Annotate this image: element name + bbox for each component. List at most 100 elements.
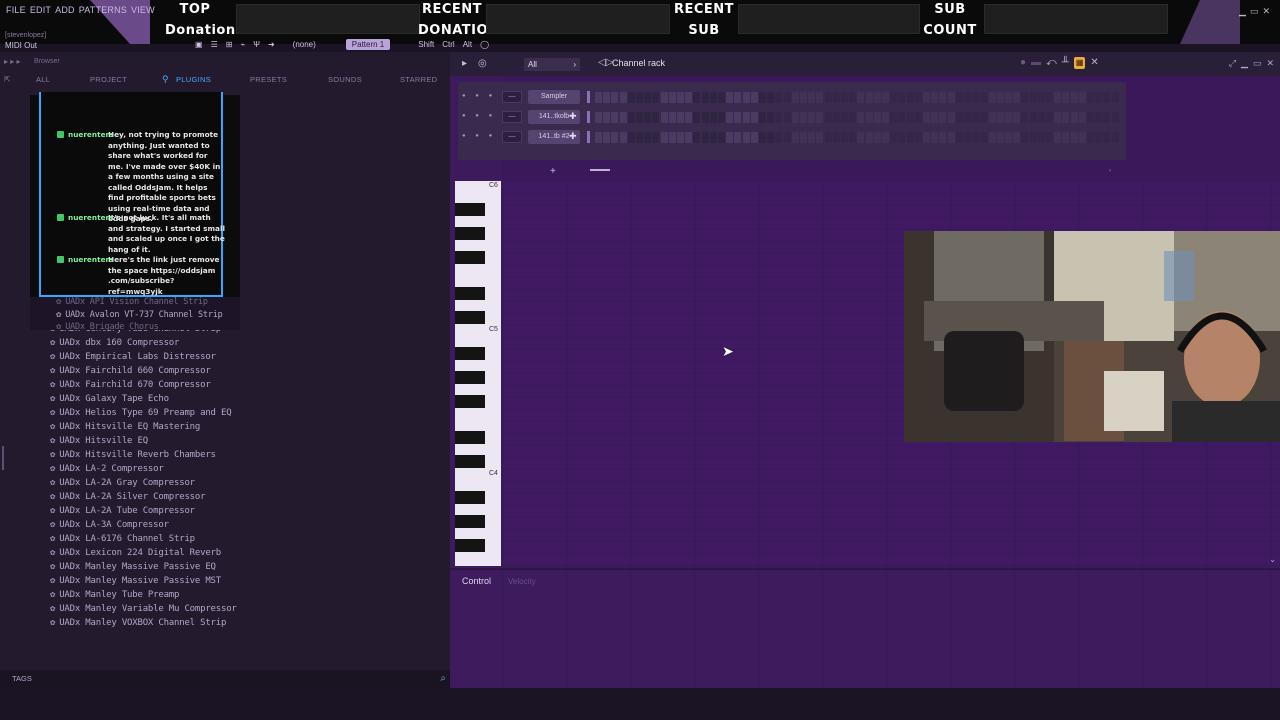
step-button[interactable] [972, 112, 980, 123]
step-button[interactable] [595, 92, 602, 103]
step-button[interactable] [873, 112, 881, 123]
list-item[interactable]: ✿ UADx Lexicon 224 Digital Reverb [50, 548, 221, 562]
step-button[interactable] [816, 112, 824, 123]
close-icon[interactable]: ✕ [1090, 57, 1098, 69]
step-button[interactable] [1103, 132, 1111, 143]
step-button[interactable] [873, 92, 881, 103]
black-key[interactable] [455, 371, 485, 384]
channel-select[interactable] [587, 111, 590, 123]
black-key[interactable] [455, 515, 485, 528]
step-button[interactable] [1087, 132, 1094, 143]
tab-project[interactable]: PROJECT [90, 75, 127, 84]
step-button[interactable] [955, 92, 963, 103]
step-button[interactable] [685, 132, 693, 143]
undo-icon[interactable]: ⤺ [1046, 57, 1057, 69]
step-button[interactable] [636, 112, 643, 123]
step-button[interactable] [791, 112, 799, 123]
step-button[interactable] [824, 92, 832, 103]
detach-icon[interactable]: ⤢ [1229, 58, 1236, 69]
channel-mixer-track[interactable]: — [502, 111, 522, 123]
step-button[interactable] [603, 132, 611, 143]
black-key[interactable] [455, 347, 485, 360]
step-button[interactable] [1037, 112, 1045, 123]
black-key[interactable] [455, 203, 485, 216]
step-button[interactable] [603, 92, 611, 103]
channel-mixer-track[interactable]: — [502, 131, 522, 143]
step-button[interactable] [1070, 132, 1078, 143]
scroll-down-icon[interactable]: ⌄ [1269, 555, 1276, 564]
step-button[interactable] [800, 112, 807, 123]
velocity-grid[interactable] [502, 570, 1280, 690]
step-button[interactable] [857, 92, 865, 103]
list-item[interactable]: ✿ UADx Hitsville Reverb Chambers [50, 450, 216, 464]
add-channel-button[interactable]: + [550, 166, 556, 177]
step-button[interactable] [1029, 132, 1037, 143]
step-button[interactable] [988, 92, 996, 103]
step-button[interactable] [701, 132, 709, 143]
list-item[interactable]: ✿ UADx LA-2A Gray Compressor [50, 478, 195, 492]
step-button[interactable] [1046, 92, 1053, 103]
step-button[interactable] [619, 132, 627, 143]
step-button[interactable] [603, 112, 611, 123]
step-view-icon[interactable]: ▦ [1073, 57, 1086, 69]
black-key[interactable] [455, 431, 485, 444]
step-button[interactable] [611, 112, 619, 123]
step-button[interactable] [677, 92, 684, 103]
step-button[interactable] [890, 92, 898, 103]
step-button[interactable] [964, 92, 971, 103]
shift-key[interactable]: Shift [418, 40, 434, 49]
menu-patterns[interactable]: PATTERNS [79, 5, 127, 21]
tool-icon[interactable]: Ψ [253, 40, 260, 49]
step-button[interactable] [832, 92, 840, 103]
step-button[interactable] [800, 92, 807, 103]
step-button[interactable] [660, 132, 668, 143]
step-button[interactable] [636, 132, 643, 143]
list-item[interactable]: ✿ UADx LA-2A Silver Compressor [50, 492, 206, 506]
list-item[interactable]: ✿ UADx Manley Variable Mu Compressor [50, 604, 237, 618]
slider-icon[interactable]: ▬ [1031, 57, 1041, 69]
pattern-selector[interactable]: Pattern 1 [345, 38, 391, 50]
nav-arrows-icon[interactable]: ▸ ▸ ▸ [4, 57, 21, 66]
step-button[interactable] [988, 112, 996, 123]
list-item[interactable]: ✿ UADx Fairchild 660 Compressor [50, 366, 211, 380]
step-button[interactable] [652, 92, 660, 103]
step-button[interactable] [865, 132, 873, 143]
step-button[interactable] [693, 112, 701, 123]
step-button[interactable] [980, 112, 988, 123]
step-button[interactable] [841, 92, 848, 103]
tab-plugins[interactable]: PLUGINS [176, 75, 211, 84]
step-button[interactable] [832, 112, 840, 123]
step-button[interactable] [677, 112, 684, 123]
step-button[interactable] [660, 92, 668, 103]
target-icon[interactable]: ◎ [478, 58, 487, 69]
tab-sounds[interactable]: SOUNDS [328, 75, 362, 84]
step-button[interactable] [636, 92, 643, 103]
step-button[interactable] [890, 132, 898, 143]
step-button[interactable] [1070, 92, 1078, 103]
step-button[interactable] [750, 132, 758, 143]
black-key[interactable] [455, 251, 485, 264]
step-button[interactable] [923, 132, 930, 143]
step-button[interactable] [668, 112, 676, 123]
black-key[interactable] [455, 455, 485, 468]
step-button[interactable] [611, 132, 619, 143]
menu-view[interactable]: VIEW [131, 5, 155, 21]
step-button[interactable] [718, 112, 725, 123]
list-item[interactable]: ✿ UADx Manley Massive Passive EQ [50, 562, 216, 576]
step-button[interactable] [964, 132, 971, 143]
step-button[interactable] [939, 132, 947, 143]
step-button[interactable] [1111, 132, 1119, 143]
channel-select[interactable] [587, 131, 590, 143]
step-button[interactable] [627, 112, 635, 123]
step-button[interactable] [1021, 132, 1029, 143]
channel-filter-dropdown[interactable]: All › [524, 58, 580, 71]
step-button[interactable] [882, 92, 889, 103]
tab-all[interactable]: ALL [36, 75, 50, 84]
step-button[interactable] [726, 92, 734, 103]
tool-icon[interactable]: ⊞ [226, 40, 233, 49]
step-button[interactable] [947, 112, 955, 123]
tab-presets[interactable]: PRESETS [250, 75, 287, 84]
step-button[interactable] [923, 92, 930, 103]
list-item[interactable]: ✿ UADx dbx 160 Compressor [50, 338, 179, 352]
step-button[interactable] [693, 92, 701, 103]
